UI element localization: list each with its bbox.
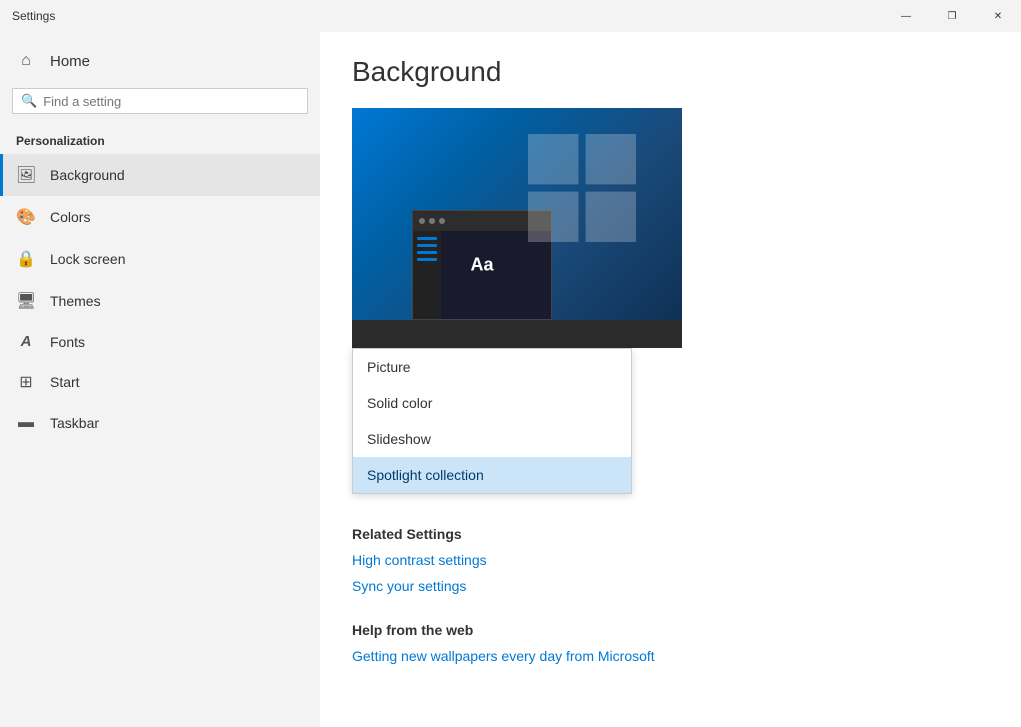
preview-line — [417, 244, 437, 247]
dropdown-item-solid-color[interactable]: Solid color — [353, 385, 631, 421]
content-area: Background Aa — [320, 32, 1021, 727]
sync-settings-link[interactable]: Sync your settings — [352, 578, 989, 594]
home-label: Home — [50, 53, 90, 70]
app-title: Settings — [12, 9, 55, 23]
taskbar-icon: ▬ — [16, 414, 36, 432]
sidebar: ⌂ Home 🔍 Personalization 🖼 Background 🎨 … — [0, 32, 320, 727]
background-icon: 🖼 — [16, 165, 36, 185]
minimize-button[interactable]: — — [883, 0, 929, 32]
search-input[interactable] — [43, 94, 299, 109]
window-controls: — ❐ ✕ — [883, 0, 1021, 32]
start-icon: ⊞ — [16, 372, 36, 392]
sidebar-item-background[interactable]: 🖼 Background — [0, 154, 320, 196]
dropdown-item-slideshow[interactable]: Slideshow — [353, 421, 631, 457]
background-preview: Aa — [352, 108, 682, 348]
dropdown-item-picture[interactable]: Picture — [353, 349, 631, 385]
sidebar-item-home[interactable]: ⌂ Home — [0, 40, 320, 82]
fonts-icon: A — [16, 333, 36, 350]
sidebar-item-taskbar[interactable]: ▬ Taskbar — [0, 403, 320, 443]
new-wallpapers-link[interactable]: Getting new wallpapers every day from Mi… — [352, 648, 989, 664]
related-settings-title: Related Settings — [352, 526, 989, 542]
sidebar-item-start[interactable]: ⊞ Start — [0, 361, 320, 403]
sidebar-item-colors[interactable]: 🎨 Colors — [0, 196, 320, 238]
colors-icon: 🎨 — [16, 207, 36, 227]
themes-icon: 🖥 — [16, 291, 36, 311]
sidebar-item-label: Fonts — [50, 334, 85, 350]
search-icon: 🔍 — [21, 93, 37, 109]
restore-button[interactable]: ❐ — [929, 0, 975, 32]
sidebar-item-label: Start — [50, 374, 80, 390]
sidebar-item-fonts[interactable]: A Fonts — [0, 322, 320, 361]
preview-sidebar — [413, 231, 441, 319]
preview-aa-text: Aa — [470, 255, 493, 276]
sidebar-item-label: Taskbar — [50, 415, 99, 431]
sidebar-item-label: Background — [50, 167, 125, 183]
preview-line — [417, 258, 437, 261]
sidebar-item-label: Themes — [50, 293, 101, 309]
lock-screen-icon: 🔒 — [16, 249, 36, 269]
dropdown-menu: Picture Solid color Slideshow Spotlight … — [352, 348, 632, 494]
preview-line — [417, 251, 437, 254]
home-icon: ⌂ — [16, 52, 36, 70]
help-title: Help from the web — [352, 622, 989, 638]
preview-logo — [522, 128, 642, 248]
sidebar-item-themes[interactable]: 🖥 Themes — [0, 280, 320, 322]
search-box: 🔍 — [12, 88, 308, 114]
preview-taskbar — [352, 320, 682, 348]
background-type-dropdown: Picture Solid color Slideshow Spotlight … — [352, 348, 632, 494]
dropdown-item-spotlight[interactable]: Spotlight collection — [353, 457, 631, 493]
sidebar-item-label: Colors — [50, 209, 90, 225]
sidebar-section-label: Personalization — [0, 126, 320, 154]
title-bar: Settings — ❐ ✕ — [0, 0, 1021, 32]
sidebar-item-lock-screen[interactable]: 🔒 Lock screen — [0, 238, 320, 280]
app-body: ⌂ Home 🔍 Personalization 🖼 Background 🎨 … — [0, 32, 1021, 727]
high-contrast-link[interactable]: High contrast settings — [352, 552, 989, 568]
preview-line — [417, 237, 437, 240]
sidebar-item-label: Lock screen — [50, 251, 125, 267]
page-title: Background — [352, 56, 989, 88]
close-button[interactable]: ✕ — [975, 0, 1021, 32]
